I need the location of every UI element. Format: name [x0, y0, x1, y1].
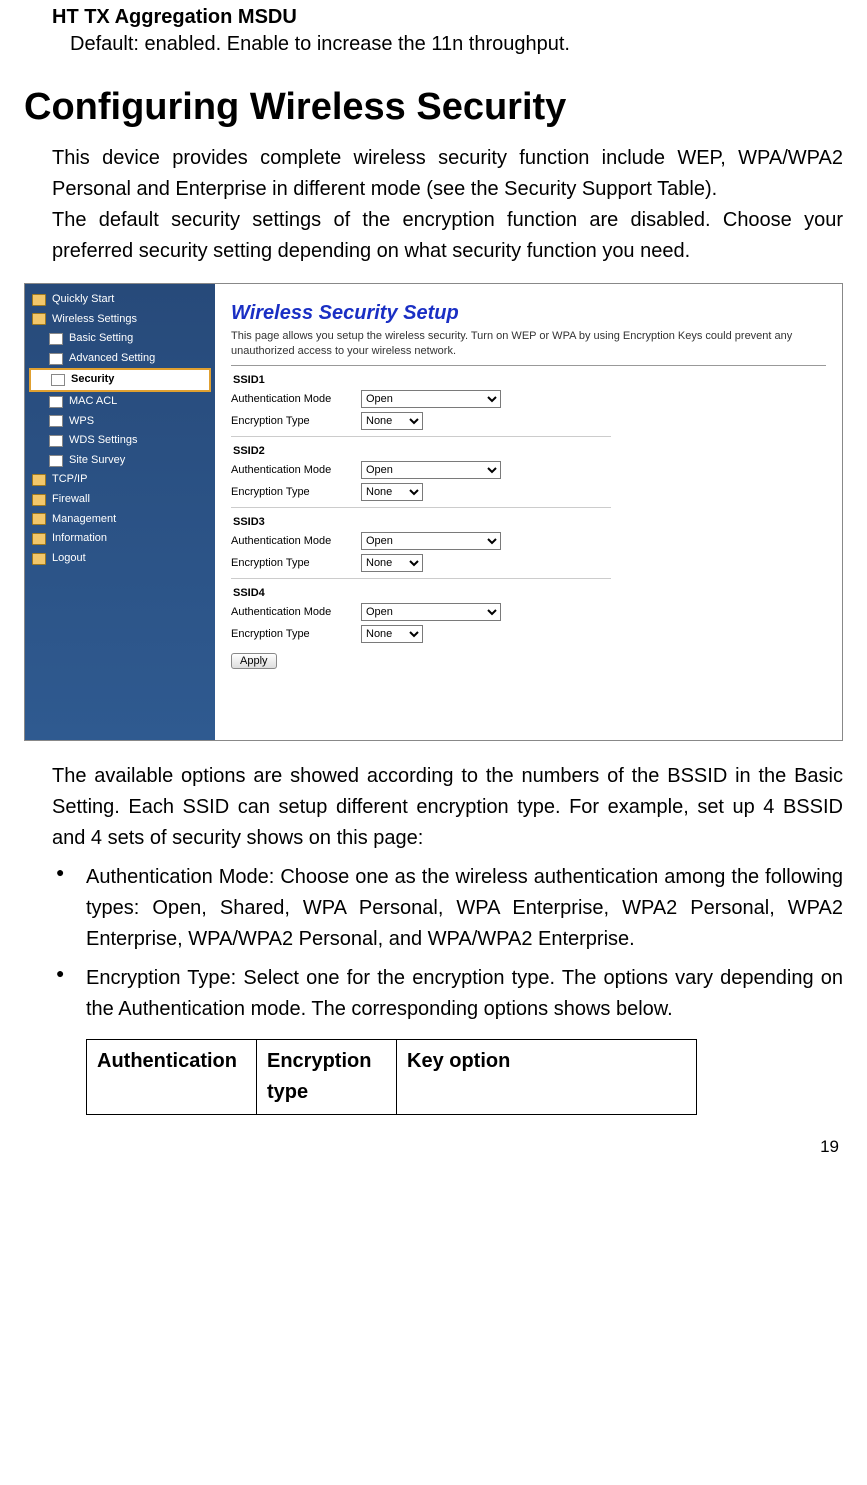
sidebar-item-label: Logout: [52, 550, 86, 568]
ssid-name-label: SSID1: [231, 374, 826, 386]
panel-title: Wireless Security Setup: [231, 302, 826, 325]
auth-mode-select[interactable]: Open: [361, 390, 501, 408]
bullet-list: Authentication Mode: Choose one as the w…: [52, 862, 843, 1025]
enc-type-select[interactable]: None: [361, 625, 423, 643]
ssid-block-1: SSID1 Authentication ModeOpenEncryption T…: [231, 374, 826, 430]
panel-description: This page allows you setup the wireless …: [231, 329, 826, 359]
sidebar-nav: Quickly Start Wireless SettingsBasic Sett…: [25, 284, 215, 740]
encryption-table: Authentication Encryption type Key optio…: [86, 1039, 697, 1115]
page-icon: [49, 396, 63, 408]
ssid-name-label: SSID2: [231, 445, 826, 457]
sidebar-item-label: Quickly Start: [52, 291, 114, 309]
divider: [231, 507, 611, 508]
table-header-row: Authentication Encryption type Key optio…: [87, 1040, 697, 1115]
page-number: 19: [24, 1137, 843, 1157]
sidebar-item-wireless-settings[interactable]: Wireless Settings: [29, 310, 211, 330]
sidebar-item-security[interactable]: Security: [29, 368, 211, 392]
divider: [231, 365, 826, 366]
content-pane: Wireless Security Setup This page allows…: [215, 284, 842, 740]
sidebar-item-label: Basic Setting: [69, 330, 133, 348]
page-icon: [49, 455, 63, 467]
auth-mode-select[interactable]: Open: [361, 461, 501, 479]
page-icon: [49, 353, 63, 365]
enc-type-label: Encryption Type: [231, 628, 361, 640]
enc-type-label: Encryption Type: [231, 415, 361, 427]
list-item: Encryption Type: Select one for the encr…: [52, 963, 843, 1025]
subsection-description: Default: enabled. Enable to increase the…: [70, 33, 843, 56]
apply-button[interactable]: Apply: [231, 653, 277, 669]
folder-icon: [32, 474, 46, 486]
ssid-block-2: SSID2 Authentication ModeOpenEncryption T…: [231, 445, 826, 501]
th-key-option: Key option: [397, 1040, 697, 1115]
subsection-heading: HT TX Aggregation MSDU: [52, 6, 843, 29]
sidebar-item-label: Security: [71, 371, 114, 389]
auth-mode-label: Authentication Mode: [231, 606, 361, 618]
folder-icon: [32, 533, 46, 545]
auth-mode-label: Authentication Mode: [231, 535, 361, 547]
sidebar-item-label: Information: [52, 530, 107, 548]
sidebar-item-label: MAC ACL: [69, 393, 117, 411]
folder-icon: [32, 553, 46, 565]
enc-type-select[interactable]: None: [361, 554, 423, 572]
sidebar-item-label: TCP/IP: [52, 471, 87, 489]
enc-type-label: Encryption Type: [231, 486, 361, 498]
sidebar-item-advanced-setting[interactable]: Advanced Setting: [29, 349, 211, 369]
sidebar-item-information[interactable]: Information: [29, 529, 211, 549]
page-icon: [49, 415, 63, 427]
sidebar-item-label: Firewall: [52, 491, 90, 509]
sidebar-item-quickly-start[interactable]: Quickly Start: [29, 290, 211, 310]
divider: [231, 578, 611, 579]
sidebar-item-basic-setting[interactable]: Basic Setting: [29, 329, 211, 349]
options-paragraph: The available options are showed accordi…: [52, 761, 843, 854]
ssid-block-3: SSID3 Authentication ModeOpenEncryption T…: [231, 516, 826, 572]
auth-mode-select[interactable]: Open: [361, 532, 501, 550]
ssid-block-4: SSID4 Authentication ModeOpenEncryption T…: [231, 587, 826, 643]
sidebar-item-label: Advanced Setting: [69, 350, 155, 368]
page-icon: [49, 333, 63, 345]
auth-mode-label: Authentication Mode: [231, 393, 361, 405]
enc-type-select[interactable]: None: [361, 483, 423, 501]
th-authentication: Authentication: [87, 1040, 257, 1115]
sidebar-item-wps[interactable]: WPS: [29, 412, 211, 432]
list-item: Authentication Mode: Choose one as the w…: [52, 862, 843, 955]
ssid-name-label: SSID3: [231, 516, 826, 528]
enc-type-select[interactable]: None: [361, 412, 423, 430]
router-admin-screenshot: Quickly Start Wireless SettingsBasic Sett…: [24, 283, 843, 741]
folder-icon: [32, 513, 46, 525]
sidebar-item-logout[interactable]: Logout: [29, 549, 211, 569]
sidebar-item-label: WDS Settings: [69, 432, 137, 450]
folder-icon: [32, 294, 46, 306]
sidebar-item-management[interactable]: Management: [29, 510, 211, 530]
page-icon: [51, 374, 65, 386]
divider: [231, 436, 611, 437]
sidebar-item-site-survey[interactable]: Site Survey: [29, 451, 211, 471]
auth-mode-label: Authentication Mode: [231, 464, 361, 476]
ssid-name-label: SSID4: [231, 587, 826, 599]
sidebar-item-tcp/ip[interactable]: TCP/IP: [29, 470, 211, 490]
auth-mode-select[interactable]: Open: [361, 603, 501, 621]
intro-paragraph-1: This device provides complete wireless s…: [52, 143, 843, 205]
folder-icon: [32, 494, 46, 506]
th-encryption-type: Encryption type: [257, 1040, 397, 1115]
sidebar-item-label: WPS: [69, 413, 94, 431]
page-icon: [49, 435, 63, 447]
intro-paragraph-2: The default security settings of the enc…: [52, 205, 843, 267]
sidebar-item-label: Site Survey: [69, 452, 125, 470]
enc-type-label: Encryption Type: [231, 557, 361, 569]
sidebar-item-label: Management: [52, 511, 116, 529]
sidebar-item-label: Wireless Settings: [52, 311, 137, 329]
sidebar-item-mac-acl[interactable]: MAC ACL: [29, 392, 211, 412]
page-title: Configuring Wireless Security: [24, 86, 843, 129]
folder-icon: [32, 313, 46, 325]
sidebar-item-wds-settings[interactable]: WDS Settings: [29, 431, 211, 451]
sidebar-item-firewall[interactable]: Firewall: [29, 490, 211, 510]
